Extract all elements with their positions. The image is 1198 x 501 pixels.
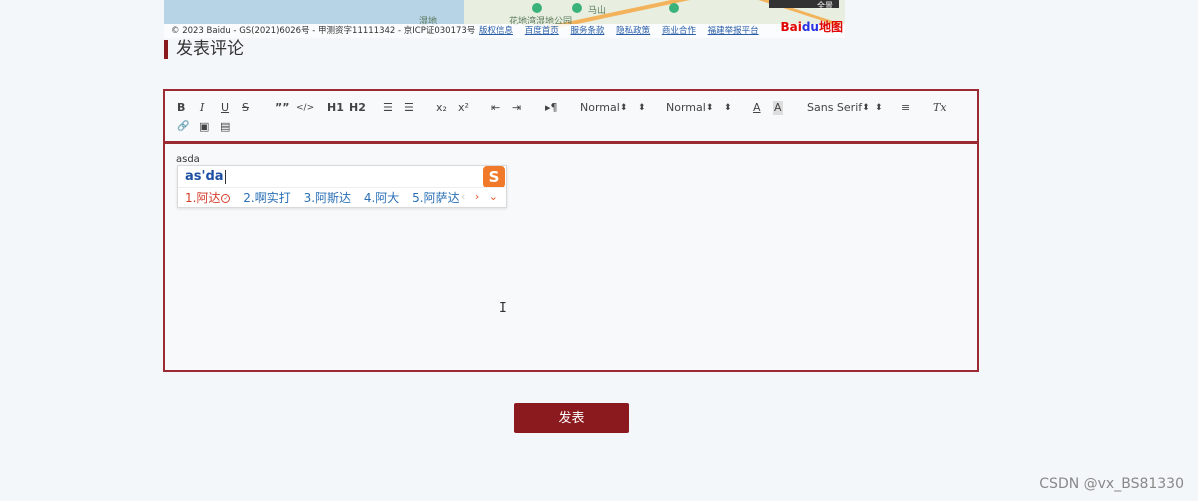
bold-button[interactable]: B: [177, 101, 185, 115]
font-color-button[interactable]: A: [753, 101, 761, 115]
prev-page-icon[interactable]: ‹: [461, 190, 465, 203]
select-arrows-icon: ⬍: [638, 103, 646, 113]
blockquote-button[interactable]: ””: [275, 101, 289, 115]
ime-candidate[interactable]: 1.阿达 ✓: [185, 191, 231, 205]
ime-candidate[interactable]: 3.阿斯达: [304, 191, 351, 205]
map-panorama-thumb[interactable]: 全景: [769, 0, 839, 10]
panorama-label: 全景: [817, 1, 833, 10]
ime-candidate-popup[interactable]: as'da S 1.阿达 ✓ 2.啊实打 3.阿斯达 4.阿大 5.阿萨达 ‹ ›…: [177, 165, 507, 208]
baidu-map-logo: Baidu地图: [780, 16, 843, 38]
code-button[interactable]: </>: [296, 101, 314, 115]
map-pin-icon: [532, 3, 542, 13]
caret: [224, 169, 226, 184]
map-links: 版权信息 百度首页 服务条款 隐私政策 商业合作 福建举报平台: [479, 24, 768, 38]
text-cursor-icon: I: [499, 301, 507, 316]
rich-text-editor[interactable]: B I U S ”” </> H1 H2 ☰ ☰ x₂ x² ⇤ ⇥ ▸¶ No…: [163, 89, 979, 372]
size-select[interactable]: Normal ⬍: [580, 101, 646, 115]
outdent-button[interactable]: ⇤: [491, 101, 500, 115]
map-link[interactable]: 商业合作: [662, 26, 696, 36]
ime-nav: ‹ › ⌄: [461, 190, 498, 203]
sogou-logo-icon: S: [483, 166, 505, 188]
video-icon[interactable]: ▤: [220, 120, 230, 134]
next-page-icon[interactable]: ›: [475, 190, 479, 203]
select-arrows-icon: ⬍: [875, 103, 883, 113]
h1-button[interactable]: H1: [327, 101, 344, 115]
editor-toolbar: B I U S ”” </> H1 H2 ☰ ☰ x₂ x² ⇤ ⇥ ▸¶ No…: [165, 91, 977, 144]
bullet-list-button[interactable]: ☰: [404, 101, 414, 115]
header-select[interactable]: Normal ⬍: [666, 101, 732, 115]
ime-candidates: 1.阿达 ✓ 2.啊实打 3.阿斯达 4.阿大 5.阿萨达: [185, 189, 469, 206]
header-select-value: Normal: [666, 101, 706, 114]
ordered-list-button[interactable]: ☰: [383, 101, 393, 115]
select-arrows-icon: ⬍: [724, 103, 732, 113]
map-pin-icon: [572, 3, 582, 13]
indent-button[interactable]: ⇥: [512, 101, 521, 115]
editor-text: asda: [176, 154, 200, 165]
h2-button[interactable]: H2: [349, 101, 366, 115]
map-place-label: 马山: [588, 6, 607, 16]
paw-icon: du: [801, 20, 819, 34]
map-link[interactable]: 百度首页: [525, 26, 559, 36]
ime-candidate[interactable]: 2.啊实打: [243, 191, 290, 205]
candidate-text: 1.阿达: [185, 191, 221, 205]
composition-text: as'da: [185, 169, 224, 184]
watermark: CSDN @vx_BS81330: [1039, 476, 1184, 492]
ime-candidate[interactable]: 4.阿大: [364, 191, 399, 205]
map-strip[interactable]: 湿地 马山 花地湾湿地公园 全景 © 2023 Baidu - GS(2021)…: [164, 0, 845, 38]
italic-button[interactable]: I: [200, 101, 204, 115]
underline-button[interactable]: U: [221, 101, 229, 115]
map-link[interactable]: 服务条款: [570, 26, 604, 36]
clean-format-button[interactable]: Tx: [933, 101, 947, 115]
ime-candidate[interactable]: 5.阿萨达: [412, 191, 459, 205]
superscript-button[interactable]: x²: [458, 101, 469, 115]
logo-text: Bai: [780, 20, 802, 34]
expand-icon[interactable]: ⌄: [489, 190, 498, 203]
map-footer: © 2023 Baidu - GS(2021)6026号 - 甲测资字11111…: [164, 24, 845, 38]
strike-button[interactable]: S: [242, 101, 249, 115]
divider: [178, 187, 506, 188]
image-icon[interactable]: ▣: [199, 120, 209, 134]
align-button[interactable]: ≡: [901, 101, 910, 115]
map-pin-icon: [669, 3, 679, 13]
font-select-value: Sans Serif: [807, 101, 863, 114]
link-icon[interactable]: 🔗: [177, 120, 189, 134]
map-link[interactable]: 隐私政策: [616, 26, 650, 36]
map-link[interactable]: 福建举报平台: [708, 26, 759, 36]
font-select[interactable]: Sans Serif ⬍: [807, 101, 883, 115]
size-select-value: Normal: [580, 101, 620, 114]
check-icon: ✓: [221, 194, 231, 203]
submit-button[interactable]: 发表: [514, 403, 629, 433]
logo-suffix: 地图: [818, 20, 843, 34]
page-title: 发表评论: [164, 40, 244, 59]
direction-button[interactable]: ▸¶: [545, 101, 558, 115]
map-link[interactable]: 版权信息: [479, 26, 513, 36]
subscript-button[interactable]: x₂: [436, 101, 447, 115]
background-color-button[interactable]: A: [773, 101, 783, 115]
map-copyright: © 2023 Baidu - GS(2021)6026号 - 甲测资字11111…: [171, 26, 476, 36]
ime-composition: as'da: [185, 169, 226, 184]
